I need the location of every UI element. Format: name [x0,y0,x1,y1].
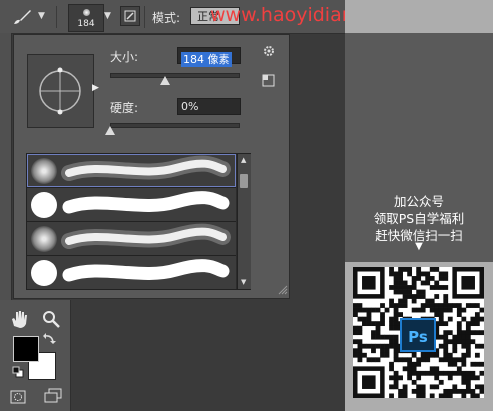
resize-grip-icon[interactable] [278,285,288,295]
mode-label: 模式: [152,11,181,25]
brush-angle-icon [39,67,81,115]
foreground-color-swatch[interactable] [13,336,39,362]
brush-stroke-preview [62,259,230,282]
brush-preset-list: ▲ ▼ [26,153,251,290]
gear-icon[interactable] [262,44,278,60]
hard-brush-tip-icon [31,192,57,218]
size-value: 184 像素 [181,52,232,67]
swap-colors-icon[interactable] [42,333,58,347]
brush-dot-icon [83,9,90,16]
toggle-brush-panel-button[interactable] [120,6,140,26]
scroll-down-icon[interactable]: ▼ [241,278,246,286]
hand-tool-icon[interactable] [8,308,30,330]
brush-preset-row[interactable] [27,154,236,188]
brush-panel-icon [124,10,136,22]
hardness-label: 硬度: [110,101,139,115]
zoom-tool-icon[interactable] [40,308,62,330]
hardness-slider-track[interactable] [110,123,240,128]
chevron-right-icon: ▶ [92,83,99,93]
chevron-down-icon[interactable]: ▼ [104,11,111,21]
photoshop-logo-icon: Ps [400,318,436,352]
brush-preset-row[interactable] [27,256,236,290]
soft-brush-tip-icon [31,158,57,184]
size-slider-track[interactable] [110,73,240,78]
scroll-up-icon[interactable]: ▲ [241,156,246,164]
hard-brush-tip-icon [31,260,57,286]
divider [144,6,145,28]
brush-preset-panel: ▶ 大小: 184 像素 硬度: 0% ▲ ▼ [13,34,290,299]
brush-preset-row[interactable] [27,188,236,222]
divider [56,6,57,28]
scroll-thumb[interactable] [240,174,248,188]
scrollbar[interactable]: ▲ ▼ [237,154,251,289]
hardness-slider-thumb[interactable] [105,126,115,135]
quick-mask-icon[interactable] [10,390,26,404]
default-colors-icon[interactable] [12,366,24,378]
promo-arrow-icon: ▼ [415,241,423,252]
brush-stroke-preview [61,223,231,249]
brush-preset-row[interactable] [27,222,236,256]
brush-preset-picker[interactable]: 184 [68,4,104,32]
brush-stroke-preview [61,155,231,181]
new-preset-icon[interactable] [262,74,276,88]
brush-stroke-preview [62,191,230,214]
size-input[interactable]: 184 像素 [177,47,241,67]
brush-size-number: 184 [77,19,95,29]
toolbox [0,300,71,411]
brush-tool-icon[interactable] [10,6,34,28]
chevron-down-icon[interactable]: ▼ [38,11,45,21]
brush-angle-preview[interactable] [27,54,94,128]
hardness-input[interactable]: 0% [177,98,241,115]
size-label: 大小: [110,50,139,64]
options-bar: ▼ 184 ▼ 模式: 正常 www.haoyidianjinshe.com [0,0,457,34]
soft-brush-tip-icon [31,226,57,252]
screen-mode-icon[interactable] [44,388,62,404]
size-slider-thumb[interactable] [160,76,171,85]
